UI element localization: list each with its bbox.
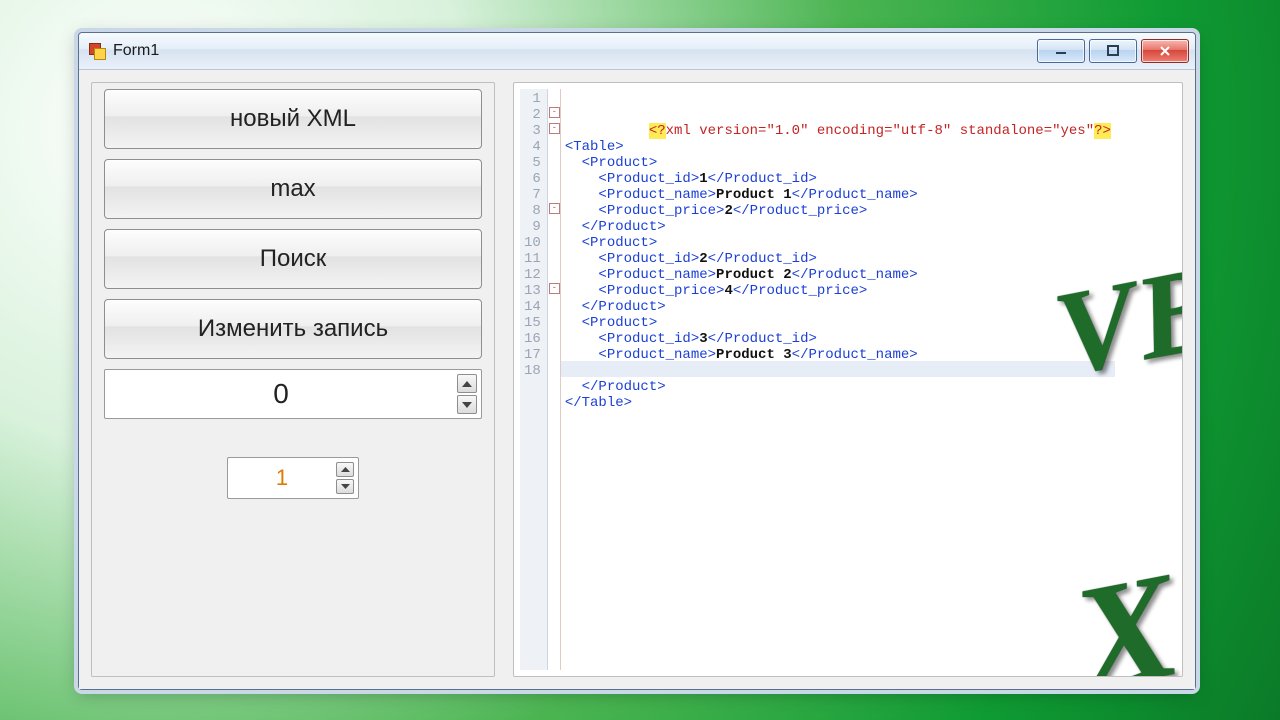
edit-record-button[interactable]: Изменить запись [104,299,482,359]
numeric-small-down[interactable] [336,479,354,494]
close-icon [1158,45,1172,57]
numeric-small-value: 1 [228,465,336,491]
numeric-small[interactable]: 1 [227,457,359,499]
close-button[interactable] [1141,39,1189,63]
chevron-up-icon [462,381,472,387]
maximize-icon [1106,45,1120,57]
fold-marker-icon[interactable]: - [549,123,560,134]
numeric-small-up[interactable] [336,462,354,477]
numeric-main-value: 0 [105,378,457,410]
window-controls [1037,39,1189,63]
left-panel: новый XML max Поиск Изменить запись 0 1 [91,82,495,677]
maximize-button[interactable] [1089,39,1137,63]
client-area: новый XML max Поиск Изменить запись 0 1 [79,70,1195,689]
new-xml-button[interactable]: новый XML [104,89,482,149]
minimize-icon [1054,46,1068,56]
titlebar[interactable]: Form1 [79,33,1195,70]
app-icon [89,43,105,59]
fold-marker-icon[interactable]: - [549,203,560,214]
code-panel: 1 2 3 4 5 6 7 8 9 10 11 12 13 14 15 16 1… [513,82,1183,677]
window-form1: Form1 новый XML max [78,32,1196,690]
numeric-main[interactable]: 0 [104,369,482,419]
fold-marker-icon[interactable]: - [549,283,560,294]
search-button[interactable]: Поиск [104,229,482,289]
numeric-main-up[interactable] [457,374,477,393]
chevron-down-icon [462,402,472,408]
gutter: 1 2 3 4 5 6 7 8 9 10 11 12 13 14 15 16 1… [520,89,548,670]
max-button[interactable]: max [104,159,482,219]
numeric-small-spinners [336,462,354,494]
fold-marker-icon[interactable]: - [549,107,560,118]
page-background: Form1 новый XML max [0,0,1280,720]
minimize-button[interactable] [1037,39,1085,63]
window-title: Form1 [113,42,159,60]
chevron-up-icon [341,467,350,472]
chevron-down-icon [341,484,350,489]
current-line-highlight [561,361,1115,377]
code-text: <?xml version="1.0" encoding="utf-8" sta… [561,89,1115,670]
fold-column: - - - - [548,89,561,670]
numeric-main-down[interactable] [457,395,477,414]
numeric-main-spinners [457,374,477,414]
code-editor[interactable]: 1 2 3 4 5 6 7 8 9 10 11 12 13 14 15 16 1… [520,89,1176,670]
